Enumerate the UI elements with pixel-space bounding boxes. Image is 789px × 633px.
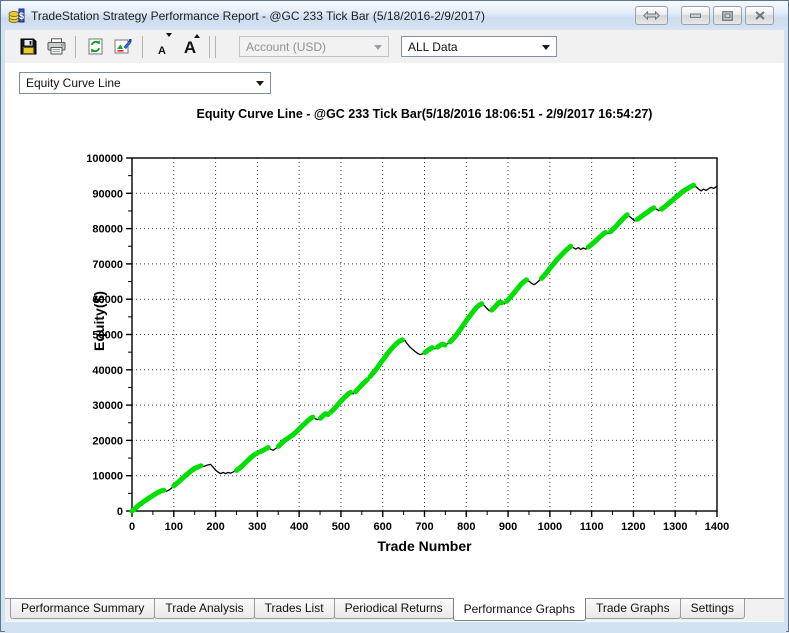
tab-settings[interactable]: Settings xyxy=(679,599,745,619)
print-button[interactable] xyxy=(43,34,69,60)
winning-run-highlight xyxy=(422,345,435,355)
winning-run-highlight xyxy=(367,337,405,379)
svg-text:90000: 90000 xyxy=(92,188,123,200)
font-decrease-icon: A xyxy=(158,45,166,57)
winning-run-highlight xyxy=(658,182,697,212)
data-range-select[interactable]: ALL Data xyxy=(401,36,557,57)
toolbar-separator xyxy=(209,35,210,58)
titlebar: $ TradeStation Strategy Performance Repo… xyxy=(1,1,788,31)
toolbar-separator xyxy=(142,35,143,58)
window-controls xyxy=(635,6,774,25)
winning-run-highlight xyxy=(234,450,260,473)
svg-text:0: 0 xyxy=(129,521,135,533)
svg-text:70000: 70000 xyxy=(92,259,123,271)
tab-trades-list[interactable]: Trades List xyxy=(253,599,335,619)
equity-curve-chart: 0 100 200 300 400 500 600 700 800 900 1000 1100 1200… xyxy=(86,153,729,533)
print-icon xyxy=(47,38,65,55)
winning-run-highlight xyxy=(539,243,574,281)
svg-text:$: $ xyxy=(19,11,24,21)
font-increase-button[interactable]: A xyxy=(177,32,203,61)
chevron-down-icon xyxy=(542,45,550,50)
svg-text:200: 200 xyxy=(206,521,224,533)
format-report-button[interactable] xyxy=(110,34,136,60)
tab-trade-analysis[interactable]: Trade Analysis xyxy=(154,599,255,619)
app-icon: $ xyxy=(8,8,26,24)
save-button[interactable] xyxy=(15,34,41,60)
svg-text:700: 700 xyxy=(415,521,433,533)
winning-run-highlight xyxy=(257,445,271,455)
data-range-select-value: ALL Data xyxy=(408,39,458,54)
svg-text:1400: 1400 xyxy=(705,521,729,533)
account-select[interactable]: Account (USD) xyxy=(239,36,389,57)
svg-text:100000: 100000 xyxy=(86,153,123,165)
svg-text:40000: 40000 xyxy=(92,365,123,377)
window-right-border xyxy=(784,30,788,631)
font-decrease-button[interactable]: A xyxy=(149,31,175,62)
svg-text:900: 900 xyxy=(499,521,517,533)
window-bottom-border xyxy=(5,621,786,633)
report-tabstrip: Performance Summary Trade Analysis Trades … xyxy=(5,598,786,622)
report-content: Equity Curve Line Equity Curve Line - @G… xyxy=(5,63,786,598)
svg-text:60000: 60000 xyxy=(92,294,123,306)
account-select-value: Account (USD) xyxy=(246,39,327,54)
svg-text:0: 0 xyxy=(117,506,123,518)
refresh-report-button[interactable] xyxy=(82,34,108,60)
winning-run-highlight xyxy=(328,389,353,415)
winning-run-highlight xyxy=(585,230,608,250)
svg-text:1100: 1100 xyxy=(580,521,604,533)
tab-periodical-returns[interactable]: Periodical Returns xyxy=(333,599,454,619)
svg-text:1200: 1200 xyxy=(621,521,645,533)
winning-run-highlight xyxy=(275,414,316,449)
app-window: $ TradeStation Strategy Performance Repo… xyxy=(0,0,789,633)
winning-run-highlight xyxy=(634,205,657,222)
resize-button[interactable] xyxy=(635,6,668,25)
svg-text:20000: 20000 xyxy=(92,435,123,447)
winning-run-highlight xyxy=(129,487,167,514)
winning-run-highlight xyxy=(489,299,505,313)
toolbar: A A Account (USD) ALL Data xyxy=(5,30,786,64)
tab-performance-summary[interactable]: Performance Summary xyxy=(10,599,156,619)
window-title: TradeStation Strategy Performance Report… xyxy=(31,8,485,23)
tab-performance-graphs[interactable]: Performance Graphs xyxy=(452,598,586,621)
svg-text:10000: 10000 xyxy=(92,471,123,483)
font-increase-icon: A xyxy=(183,38,197,57)
format-icon xyxy=(114,39,131,54)
chevron-down-icon xyxy=(374,45,382,50)
winning-run-highlight xyxy=(353,377,370,395)
refresh-icon xyxy=(88,38,102,55)
svg-text:80000: 80000 xyxy=(92,224,123,236)
winning-run-highlight xyxy=(504,277,529,304)
svg-text:1300: 1300 xyxy=(663,521,687,533)
maximize-button[interactable] xyxy=(713,6,742,25)
toolbar-separator xyxy=(75,35,76,58)
svg-text:30000: 30000 xyxy=(92,400,123,412)
svg-text:400: 400 xyxy=(290,521,308,533)
svg-text:50000: 50000 xyxy=(92,330,123,342)
winning-run-highlight xyxy=(447,301,485,345)
svg-text:800: 800 xyxy=(457,521,475,533)
toolbar-separator xyxy=(215,35,216,58)
close-button[interactable] xyxy=(745,6,774,25)
winning-run-highlight xyxy=(607,212,630,235)
svg-text:100: 100 xyxy=(165,521,183,533)
svg-text:1000: 1000 xyxy=(538,521,562,533)
winning-run-highlight xyxy=(318,411,331,421)
window-left-border xyxy=(1,30,5,631)
svg-text:300: 300 xyxy=(248,521,266,533)
save-icon xyxy=(20,38,36,55)
tab-trade-graphs[interactable]: Trade Graphs xyxy=(585,599,681,619)
minimize-button[interactable] xyxy=(681,6,710,25)
svg-text:600: 600 xyxy=(374,521,392,533)
svg-text:500: 500 xyxy=(332,521,350,533)
winning-run-highlight xyxy=(435,341,448,350)
